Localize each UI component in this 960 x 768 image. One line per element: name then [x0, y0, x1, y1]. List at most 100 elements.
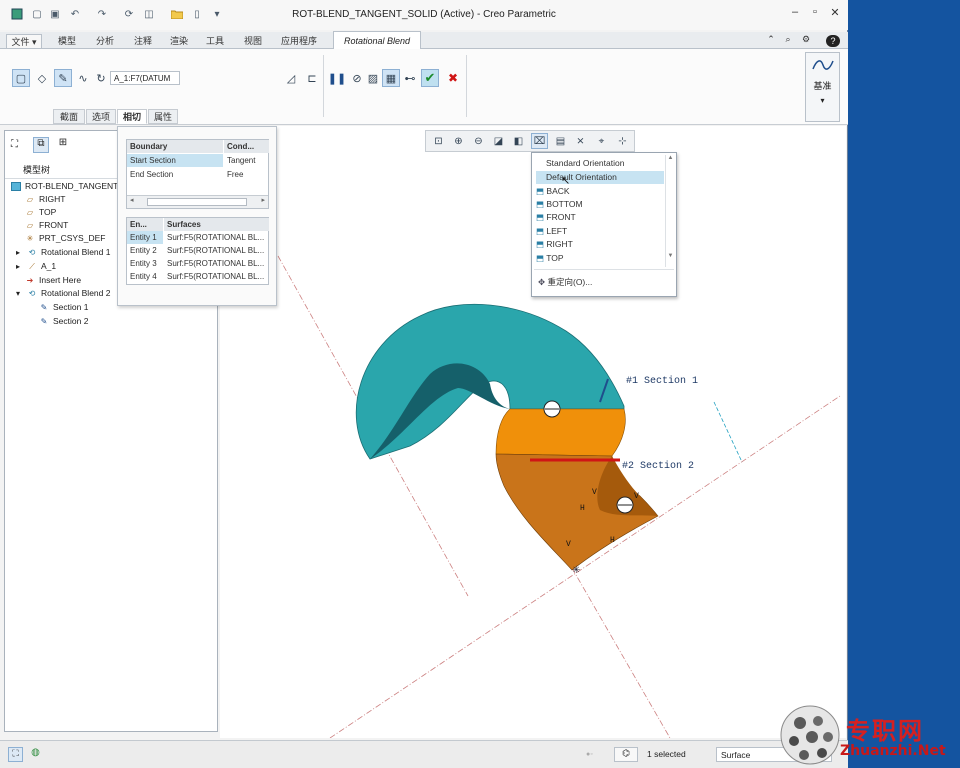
tab-options[interactable]: 选项	[86, 109, 116, 124]
view-icon: ⬒	[536, 186, 547, 196]
tree-item-front[interactable]: ▱ FRONT	[25, 220, 68, 230]
tab-render[interactable]: 渲染	[164, 34, 194, 49]
solid-icon[interactable]: ▢	[12, 69, 30, 87]
tree-item-rotational-blend-2[interactable]: ▾ ⟲ Rotational Blend 2	[13, 288, 110, 298]
datum-axis-line	[571, 567, 671, 738]
dropdown-scrollbar[interactable]: ▲ ▼	[665, 155, 675, 267]
tree-item-csys[interactable]: ✳ PRT_CSYS_DEF	[25, 233, 106, 243]
horizontal-scrollbar[interactable]: ◂ ▸	[127, 195, 268, 208]
tab-tangency[interactable]: 相切	[117, 109, 147, 124]
tree-label: A_1	[41, 261, 57, 271]
collapse-ribbon-icon[interactable]: ⌃	[764, 34, 778, 49]
v-constraint: V	[634, 492, 639, 501]
tab-annotate[interactable]: 注释	[128, 34, 158, 49]
view-icon: ⬒	[536, 226, 547, 236]
tree-item-insert-here[interactable]: ➔ Insert Here	[25, 275, 81, 285]
repaint-icon[interactable]: ◪	[490, 133, 507, 149]
verify-icon[interactable]: ▦	[382, 69, 400, 87]
tree-item-a1[interactable]: ▸ ⟋ A_1	[13, 261, 56, 271]
maximize-button[interactable]: ▫	[806, 6, 824, 22]
menu-item-back[interactable]: ⬒ BACK	[536, 185, 664, 198]
view-manager-icon[interactable]: ▤	[552, 133, 569, 149]
menu-item-standard-orientation[interactable]: Standard Orientation	[546, 157, 674, 170]
axis-icon[interactable]: ↻	[92, 69, 110, 87]
display-style-icon[interactable]: ◧	[510, 133, 527, 149]
table-row-entity[interactable]: Entity 3	[127, 257, 163, 270]
tree-item-right[interactable]: ▱ RIGHT	[25, 194, 66, 204]
mouse-cursor-icon: ↖	[561, 175, 571, 187]
menu-item-left[interactable]: ⬒ LEFT	[536, 225, 664, 238]
menu-item-reorient[interactable]: ✥ 重定向(O)...	[538, 276, 666, 289]
sketch-section-icon[interactable]: ✎	[54, 69, 72, 87]
tab-rotational-blend[interactable]: Rotational Blend	[333, 31, 421, 50]
menu-item-top[interactable]: ⬒ TOP	[536, 252, 664, 265]
surface-table: En... Surfaces Entity 1 Surf:F5(ROTATION…	[126, 217, 269, 285]
minimize-button[interactable]: –	[786, 6, 804, 22]
pause-icon[interactable]: ❚❚	[328, 69, 346, 87]
thicken-icon[interactable]: ◿	[282, 69, 300, 87]
axis-reference-field[interactable]: A_1:F7(DATUM	[110, 71, 180, 85]
tree-item-root[interactable]: ROT-BLEND_TANGENT	[11, 181, 118, 191]
tab-model[interactable]: 模型	[52, 34, 82, 49]
tab-properties[interactable]: 属性	[148, 109, 178, 124]
cancel-x-icon[interactable]: ✖	[444, 69, 462, 87]
close-button[interactable]: ✕	[826, 6, 844, 22]
selection-count: 1 selected	[647, 749, 686, 759]
glasses-icon[interactable]: ⊷	[401, 69, 419, 87]
spin-center-icon[interactable]: ⊹	[614, 133, 631, 149]
table-row-end-boundary[interactable]: End Section	[127, 168, 223, 181]
sketch-icon: ✎	[40, 316, 48, 326]
boundary-header: Boundary	[127, 140, 223, 153]
table-row-surface[interactable]: Surf:F5(ROTATIONAL BL...	[164, 270, 269, 283]
menu-item-bottom[interactable]: ⬒ BOTTOM	[536, 198, 664, 211]
find-icon[interactable]: ⌬	[614, 747, 638, 762]
tab-view[interactable]: 视图	[238, 34, 268, 49]
model-tree-toggle-icon[interactable]: ⛶	[8, 747, 23, 762]
browser-toggle-icon[interactable]: ◍	[28, 747, 43, 762]
tab-applications[interactable]: 应用程序	[276, 34, 322, 49]
surface-icon[interactable]: ◇	[33, 69, 51, 87]
tree-item-section-1[interactable]: ✎ Section 1	[39, 302, 89, 312]
remove-material-icon[interactable]: ⊏	[303, 69, 321, 87]
menu-item-right[interactable]: ⬒ RIGHT	[536, 238, 664, 251]
tab-file-label: 文件	[11, 37, 30, 47]
table-row-surface[interactable]: Surf:F5(ROTATIONAL BL...	[164, 257, 269, 270]
menu-item-default-orientation[interactable]: Default Orientation	[536, 171, 664, 184]
table-row-surface[interactable]: Surf:F5(ROTATIONAL BL...	[164, 231, 269, 244]
preview-geometry-icon[interactable]: ▨	[364, 69, 382, 87]
ribbon-divider	[323, 55, 324, 117]
tab-sections[interactable]: 截面	[53, 109, 85, 124]
zoom-out-icon[interactable]: ⊖	[470, 133, 487, 149]
tree-item-top[interactable]: ▱ TOP	[25, 207, 56, 217]
orange-blend-surface[interactable]	[495, 408, 626, 457]
favorites-icon[interactable]: ⊞	[55, 137, 71, 153]
model-tree-icon[interactable]: ⛶	[11, 139, 25, 153]
refit-icon[interactable]: ⊡	[430, 133, 447, 149]
table-row-entity[interactable]: Entity 1	[127, 231, 163, 244]
datum-display-icon[interactable]: ⨯	[572, 133, 589, 149]
tree-item-section-2[interactable]: ✎ Section 2	[39, 316, 89, 326]
table-row-start-boundary[interactable]: Start Section	[127, 154, 223, 167]
zoom-in-icon[interactable]: ⊕	[450, 133, 467, 149]
tree-item-rotational-blend-1[interactable]: ▸ ⟲ Rotational Blend 1	[13, 247, 110, 257]
search-icon[interactable]: ⌕	[782, 34, 794, 49]
datum-group[interactable]: 基准 ▾	[805, 52, 840, 122]
ok-check-icon[interactable]: ✔	[421, 69, 439, 87]
table-row-entity[interactable]: Entity 4	[127, 270, 163, 283]
tab-tools[interactable]: 工具	[200, 34, 230, 49]
section-trace-line	[713, 401, 743, 463]
table-row-surface[interactable]: Surf:F5(ROTATIONAL BL...	[164, 244, 269, 257]
table-row-entity[interactable]: Entity 2	[127, 244, 163, 257]
tab-file[interactable]: 文件 ▾	[6, 34, 42, 49]
settings-icon[interactable]: ⚙	[798, 34, 814, 49]
table-row-end-condition[interactable]: Free	[224, 168, 269, 181]
help-icon[interactable]: ?	[826, 35, 840, 47]
saved-orientations-icon[interactable]: ⌧	[531, 133, 548, 149]
tab-analysis[interactable]: 分析	[90, 34, 120, 49]
menu-item-front[interactable]: ⬒ FRONT	[536, 211, 664, 224]
table-row-start-condition[interactable]: Tangent	[224, 154, 269, 167]
selected-sections-icon[interactable]: ∿	[74, 69, 92, 87]
annotation-display-icon[interactable]: ⌖	[593, 133, 610, 149]
part-icon	[11, 181, 21, 191]
layers-icon[interactable]: ⧉	[33, 137, 49, 153]
